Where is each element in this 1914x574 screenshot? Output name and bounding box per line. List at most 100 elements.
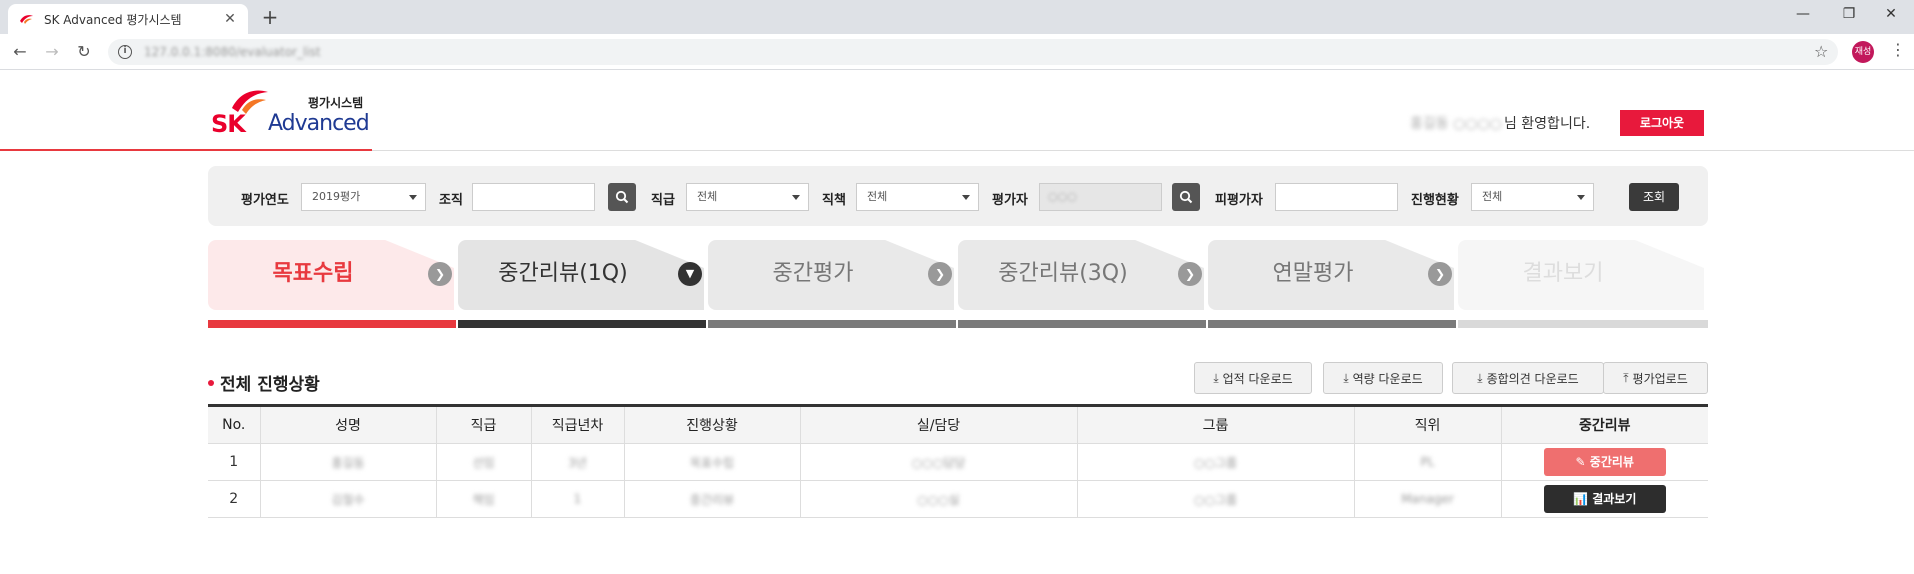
position-select[interactable]: 전체 bbox=[856, 183, 979, 211]
org-input[interactable] bbox=[472, 183, 595, 211]
org-search-button[interactable] bbox=[608, 183, 636, 211]
step-mid-review-1q[interactable]: 중간리뷰(1Q) ▼ bbox=[458, 238, 706, 328]
step-label: 목표수립 bbox=[272, 261, 354, 286]
view-results-button[interactable]: 📊 결과보기 bbox=[1543, 485, 1666, 513]
step-goal-setting[interactable]: 목표수립 ❯ bbox=[208, 238, 456, 328]
column-header: 그룹 bbox=[1076, 405, 1355, 444]
step-year-end-evaluation[interactable]: 연말평가 ❯ bbox=[1208, 238, 1456, 328]
table-row: 1 홍길동 선임 3년 목표수립 ○○○담당 ○○그룹 PL ✎ 중간리뷰 bbox=[208, 443, 1708, 481]
column-header: 진행상황 bbox=[623, 405, 801, 444]
chevron-right-icon: ❯ bbox=[428, 262, 452, 286]
sk-advanced-logo[interactable]: 평가시스템 SK Advanced bbox=[208, 86, 378, 141]
browser-tab[interactable]: SK Advanced 평가시스템 ✕ bbox=[8, 4, 248, 34]
evaluation-steps: 목표수립 ❯ 중간리뷰(1Q) ▼ 중간평가 ❯ 중간리뷰(3Q) ❯ 연말평가… bbox=[208, 238, 1708, 328]
cell-dept-text: ○○○담당 bbox=[911, 455, 966, 470]
back-icon[interactable]: ← bbox=[10, 42, 30, 62]
cell-status-text: 중간리뷰 bbox=[689, 492, 735, 507]
restore-button[interactable]: ❐ bbox=[1826, 0, 1872, 30]
competency-download-button[interactable]: ⤓ 역량 다운로드 bbox=[1323, 362, 1443, 394]
year-select[interactable]: 2019평가 bbox=[301, 183, 426, 211]
step-label: 중간리뷰(1Q) bbox=[498, 261, 628, 286]
cell-name-text: 김철수 bbox=[331, 492, 365, 507]
status-select-value: 전체 bbox=[1482, 190, 1503, 203]
upload-icon: ⤒ bbox=[1623, 370, 1629, 385]
cell-years-text: 1 bbox=[573, 492, 582, 506]
download-icon: ⤓ bbox=[1343, 370, 1349, 385]
chevron-down-icon bbox=[962, 195, 970, 200]
grade-select[interactable]: 전체 bbox=[686, 183, 809, 211]
step-progress-bar bbox=[1458, 320, 1708, 328]
cell-action: ✎ 중간리뷰 bbox=[1500, 443, 1708, 481]
profile-avatar[interactable]: 재성 bbox=[1852, 41, 1874, 63]
evaluatee-input[interactable] bbox=[1275, 183, 1398, 211]
cell-grade-text: 책임 bbox=[472, 492, 495, 507]
window-close-button[interactable]: ✕ bbox=[1868, 0, 1914, 30]
download-icon: ⤓ bbox=[1213, 370, 1219, 385]
progress-table: No. 성명 직급 직급년차 진행상황 실/담당 그룹 직위 중간리뷰 1 홍길… bbox=[208, 404, 1708, 518]
cell-group-text: ○○그룹 bbox=[1193, 492, 1238, 507]
cell-name[interactable]: 김철수 bbox=[259, 480, 437, 518]
logo-brand-text: SK bbox=[211, 110, 246, 138]
evaluatee-input-value bbox=[1276, 190, 1284, 203]
table-row: 2 김철수 책임 1 중간리뷰 ○○○실 ○○그룹 Manager 📊 결과보기 bbox=[208, 480, 1708, 518]
column-header: No. bbox=[208, 405, 261, 444]
cell-grade-text: 선임 bbox=[472, 455, 495, 470]
column-header: 중간리뷰 bbox=[1500, 405, 1708, 444]
chevron-right-icon: ❯ bbox=[1178, 262, 1202, 286]
search-icon bbox=[615, 190, 629, 204]
cell-status: 중간리뷰 bbox=[623, 480, 801, 518]
search-icon bbox=[1179, 190, 1193, 204]
cell-group-text: ○○그룹 bbox=[1193, 455, 1238, 470]
tab-title: SK Advanced 평가시스템 bbox=[44, 12, 182, 27]
address-url: 127.0.0.1:8080/evaluator_list bbox=[144, 45, 321, 59]
chevron-down-icon bbox=[409, 195, 417, 200]
chevron-right-icon: ❯ bbox=[1428, 262, 1452, 286]
header-accent-line bbox=[0, 149, 372, 151]
cell-name[interactable]: 홍길동 bbox=[259, 443, 437, 481]
button-label: 결과보기 bbox=[1592, 492, 1637, 506]
step-mid-review-3q[interactable]: 중간리뷰(3Q) ❯ bbox=[958, 238, 1206, 328]
cell-name-text: 홍길동 bbox=[331, 455, 365, 470]
button-label: 종합의견 다운로드 bbox=[1486, 371, 1579, 386]
overall-opinion-download-button[interactable]: ⤓ 종합의견 다운로드 bbox=[1452, 362, 1604, 394]
status-select[interactable]: 전체 bbox=[1471, 183, 1594, 211]
cell-action: 📊 결과보기 bbox=[1500, 480, 1708, 518]
browser-menu-icon[interactable]: ⋮ bbox=[1890, 40, 1906, 59]
position-label: 직책 bbox=[822, 193, 846, 208]
button-label: 업적 다운로드 bbox=[1222, 371, 1293, 386]
grade-label: 직급 bbox=[651, 193, 675, 208]
reload-icon[interactable]: ↻ bbox=[74, 42, 94, 62]
evaluator-search-button[interactable] bbox=[1172, 183, 1200, 211]
step-label: 중간리뷰(3Q) bbox=[998, 261, 1128, 286]
performance-download-button[interactable]: ⤓ 업적 다운로드 bbox=[1194, 362, 1312, 394]
evaluator-input[interactable]: ○○○ bbox=[1039, 183, 1162, 211]
address-bar[interactable]: i 127.0.0.1:8080/evaluator_list bbox=[108, 39, 1838, 65]
logout-button[interactable]: 로그아웃 bbox=[1620, 110, 1704, 136]
cell-title-text: Manager bbox=[1401, 492, 1454, 506]
cell-title: PL bbox=[1353, 443, 1502, 481]
step-progress-bar bbox=[958, 320, 1206, 328]
forward-icon[interactable]: → bbox=[42, 42, 62, 62]
cell-years-text: 3년 bbox=[568, 455, 587, 470]
user-name: 홍길동 ○○○○ bbox=[1410, 116, 1502, 132]
mid-review-button[interactable]: ✎ 중간리뷰 bbox=[1543, 448, 1666, 476]
tab-close-icon[interactable]: ✕ bbox=[222, 11, 238, 27]
minimize-button[interactable]: — bbox=[1780, 0, 1826, 30]
cell-status: 목표수립 bbox=[623, 443, 801, 481]
chevron-down-icon bbox=[1577, 195, 1585, 200]
step-progress-bar bbox=[208, 320, 456, 328]
chevron-down-icon bbox=[792, 195, 800, 200]
cell-years: 3년 bbox=[530, 443, 625, 481]
query-button[interactable]: 조회 bbox=[1629, 183, 1679, 211]
year-label: 평가연도 bbox=[241, 193, 289, 208]
step-results[interactable]: 결과보기 bbox=[1458, 238, 1708, 328]
bookmark-star-icon[interactable]: ☆ bbox=[1814, 42, 1828, 61]
step-mid-evaluation[interactable]: 중간평가 ❯ bbox=[708, 238, 956, 328]
evaluation-upload-button[interactable]: ⤒ 평가업로드 bbox=[1603, 362, 1708, 394]
new-tab-button[interactable]: + bbox=[258, 6, 282, 30]
bullet-dot-icon bbox=[208, 379, 214, 386]
site-info-icon[interactable]: i bbox=[118, 45, 132, 59]
step-label: 연말평가 bbox=[1272, 261, 1354, 286]
step-progress-bar bbox=[708, 320, 956, 328]
download-icon: ⤓ bbox=[1477, 370, 1483, 385]
